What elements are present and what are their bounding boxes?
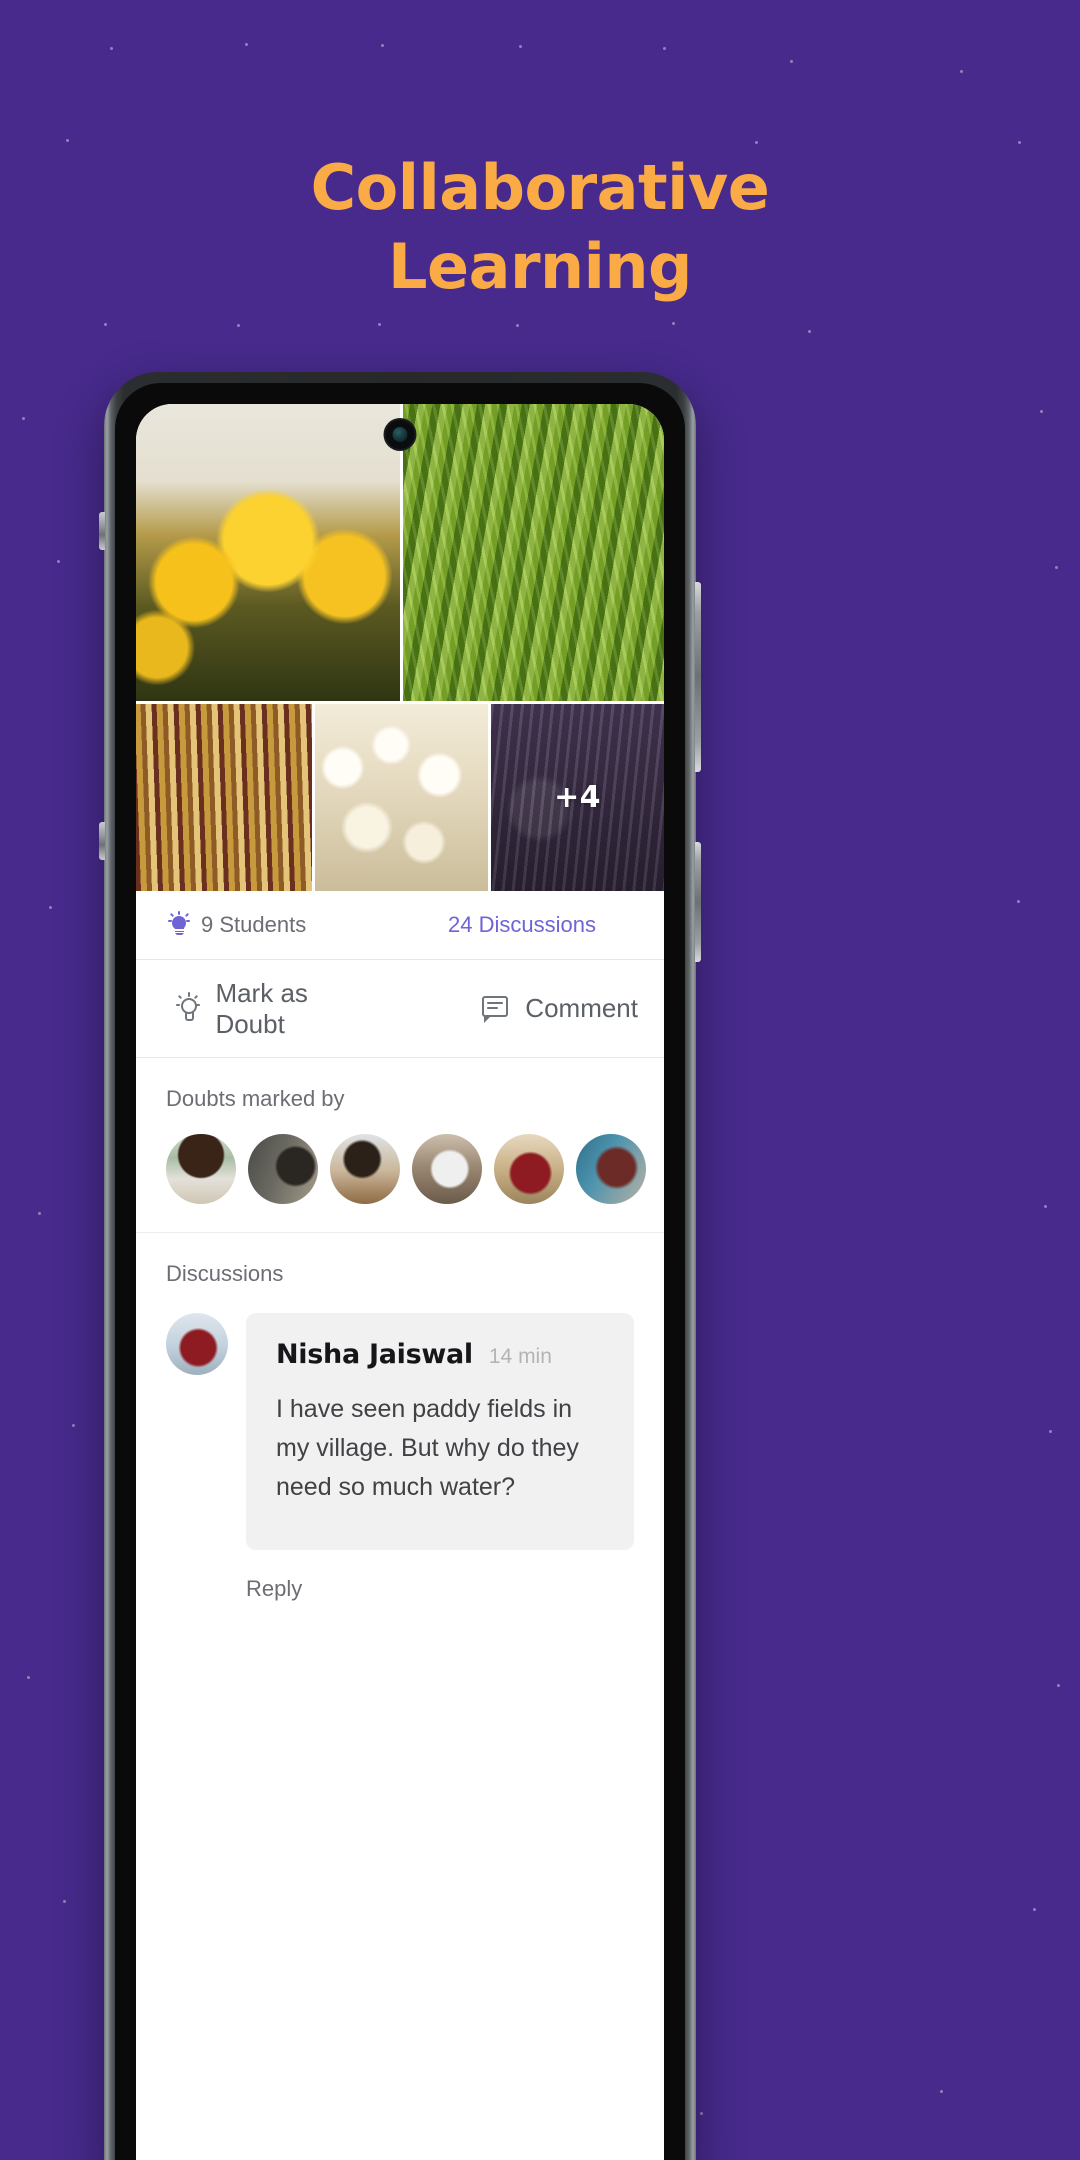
avatar[interactable]	[330, 1134, 400, 1204]
phone-mockup: +4 9 Students 24 Discussions Mark as Dou…	[99, 372, 701, 2160]
media-grid: +4	[136, 404, 664, 891]
comment-label: Comment	[525, 993, 638, 1023]
avatar[interactable]	[248, 1134, 318, 1204]
lightbulb-outline-icon	[176, 991, 201, 1025]
students-stat[interactable]: 9 Students	[168, 911, 307, 938]
media-tile-paddy[interactable]	[400, 404, 664, 701]
phone-left-button-top[interactable]	[99, 512, 105, 550]
stats-bar: 9 Students 24 Discussions	[136, 891, 664, 960]
comment-bubble: Nisha Jaiswal 14 min I have seen paddy f…	[246, 1313, 634, 1551]
comment-bubble-icon	[482, 995, 510, 1023]
phone-bezel: +4 9 Students 24 Discussions Mark as Dou…	[115, 383, 685, 2160]
front-camera-icon	[385, 420, 415, 449]
comment-text: I have seen paddy fields in my village. …	[276, 1395, 579, 1501]
doubts-avatar-row	[166, 1112, 646, 1232]
discussions-count-link[interactable]: 24 Discussions	[448, 912, 636, 938]
media-tile-sunflower[interactable]	[136, 404, 400, 701]
mark-as-doubt-label: Mark as Doubt	[215, 977, 308, 1039]
comment-button[interactable]: Comment	[482, 993, 638, 1024]
media-tile-corn[interactable]	[136, 704, 312, 891]
avatar[interactable]	[494, 1134, 564, 1204]
media-tile-more[interactable]: +4	[487, 704, 664, 891]
comment-timestamp: 14 min	[488, 1345, 552, 1368]
avatar[interactable]	[166, 1313, 228, 1375]
page-title: Collaborative Learning	[0, 148, 1080, 307]
media-more-badge: +4	[554, 780, 601, 815]
discussion-body: Nisha Jaiswal 14 min I have seen paddy f…	[246, 1313, 634, 1602]
discussions-section: Discussions Nisha Jaiswal 14 min I have …	[136, 1233, 664, 1602]
phone-screen: +4 9 Students 24 Discussions Mark as Dou…	[136, 404, 664, 2160]
students-count-label: 9 Students	[201, 912, 307, 937]
media-grid-row-bottom: +4	[136, 701, 664, 891]
post-action-bar: Mark as Doubt Comment	[136, 960, 664, 1058]
lightbulb-filled-icon	[168, 911, 190, 938]
avatar[interactable]	[166, 1134, 236, 1204]
media-tile-cotton[interactable]	[311, 704, 488, 891]
page-title-line-1: Collaborative	[310, 151, 770, 224]
phone-volume-button[interactable]	[695, 582, 701, 772]
doubts-marked-by-section: Doubts marked by	[136, 1058, 664, 1233]
doubts-marked-by-title: Doubts marked by	[166, 1086, 345, 1111]
mark-as-doubt-button[interactable]: Mark as Doubt	[176, 978, 374, 1040]
avatar[interactable]	[412, 1134, 482, 1204]
page-title-line-2: Learning	[388, 230, 692, 304]
discussions-title: Discussions	[166, 1261, 284, 1286]
phone-power-button[interactable]	[695, 842, 701, 962]
avatar[interactable]	[576, 1134, 646, 1204]
list-item: Nisha Jaiswal 14 min I have seen paddy f…	[166, 1287, 634, 1602]
comment-author: Nisha Jaiswal	[276, 1339, 473, 1370]
phone-left-button-bottom[interactable]	[99, 822, 105, 860]
reply-button[interactable]: Reply	[246, 1576, 634, 1602]
comment-header: Nisha Jaiswal 14 min	[276, 1339, 604, 1370]
